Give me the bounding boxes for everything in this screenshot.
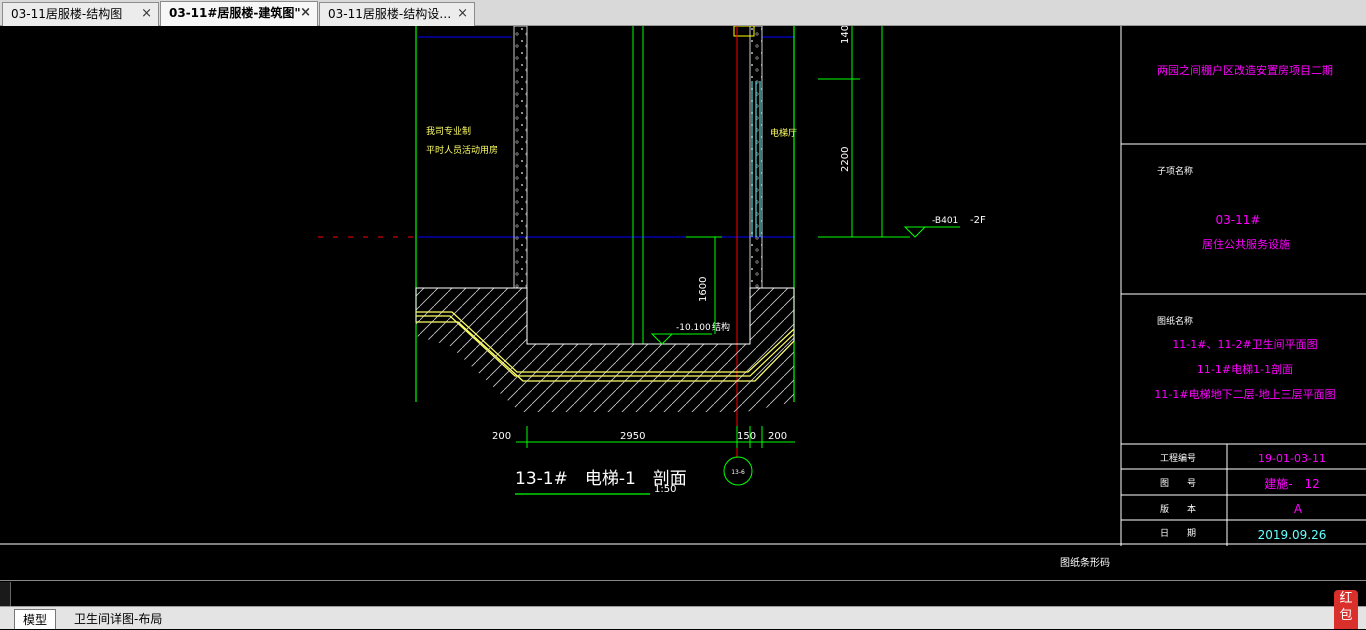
tab-model[interactable]: 模型: [14, 609, 57, 629]
dim-200-right: 200: [768, 431, 787, 442]
command-area[interactable]: 图纸条形码: [0, 546, 1366, 606]
drawing-canvas[interactable]: -10.100 结构 1600 我司专业制 平时人员活动用房 电梯厅 140 2…: [0, 26, 1366, 546]
left-note-2: 平时人员活动用房: [426, 144, 498, 156]
drawing-name-1: 11-1#、11-2#卫生间平面图: [1172, 337, 1317, 351]
elevation-dimensions: 140 2200 -B401 -2F: [818, 26, 986, 238]
close-icon[interactable]: ×: [141, 3, 152, 25]
tab-structure-design[interactable]: 03-11居服楼-结构设… ×: [319, 2, 475, 26]
row-label-version: 版 本: [1160, 503, 1196, 515]
tab-label: 03-11#居服楼-建筑图": [169, 6, 301, 20]
drawing-name-3: 11-1#电梯地下二层-地上三层平面图: [1154, 388, 1335, 401]
dim-140: 140: [840, 26, 851, 44]
title-block: 两园之间棚户区改造安置房项目二期 子项名称 03-11# 居住公共服务设施 图纸…: [0, 26, 1366, 546]
row-label-drawing-no: 图 号: [1160, 478, 1196, 489]
subitem-line2: 居住公共服务设施: [1202, 237, 1290, 251]
left-note-1: 我司专业制: [426, 125, 471, 137]
tab-architecture-drawing[interactable]: 03-11#居服楼-建筑图" ×: [160, 1, 318, 26]
section-drawing: -10.100 结构 1600 我司专业制 平时人员活动用房 电梯厅: [318, 26, 797, 458]
dim-2200: 2200: [840, 147, 851, 172]
project-name: 两园之间棚户区改造安置房项目二期: [1157, 63, 1333, 77]
row-value-date: 2019.09.26: [1258, 528, 1327, 542]
section-title: 13-1# 电梯-1 剖面 1:50: [515, 469, 687, 495]
subitem-label: 子项名称: [1157, 165, 1193, 177]
document-tab-bar: 03-11居服楼-结构图 × 03-11#居服楼-建筑图" × 03-11居服楼…: [0, 0, 1366, 26]
row-label-date: 日 期: [1160, 528, 1196, 539]
red-packet-button[interactable]: 红包: [1334, 590, 1358, 629]
drawing-name-label: 图纸名称: [1157, 315, 1193, 327]
dim-150: 150: [737, 431, 756, 442]
row-label-project-no: 工程编号: [1160, 452, 1196, 464]
axis-bubble: 13-6: [731, 469, 745, 476]
level-b401: -B401: [932, 216, 958, 226]
tab-bathroom-layout[interactable]: 卫生间详图-布局: [66, 609, 170, 629]
dim-2950: 2950: [620, 431, 645, 442]
drawing-name-2: 11-1#电梯1-1剖面: [1197, 362, 1293, 376]
tab-structure-drawing[interactable]: 03-11居服楼-结构图 ×: [2, 2, 159, 26]
row-value-version: A: [1294, 502, 1303, 516]
level-2f: -2F: [970, 215, 986, 226]
dim-200-left: 200: [492, 431, 511, 442]
section-scale: 1:50: [654, 484, 676, 495]
command-divider: [0, 580, 1366, 581]
close-icon[interactable]: ×: [300, 2, 311, 24]
scrollbar-left[interactable]: [0, 582, 11, 606]
barcode-label: 图纸条形码: [1060, 556, 1110, 569]
subitem-line1: 03-11#: [1216, 213, 1261, 227]
elevator-shaft-label: 电梯厅: [770, 127, 797, 139]
layout-tab-bar: 模型 卫生间详图-布局: [0, 606, 1366, 629]
tab-label: 03-11居服楼-结构设…: [328, 7, 452, 21]
row-value-project-no: 19-01-03-11: [1258, 452, 1326, 465]
tab-label: 03-11居服楼-结构图: [11, 7, 123, 21]
row-value-drawing-no: 建施- 12: [1264, 477, 1320, 491]
dim-1600: 1600: [698, 277, 709, 302]
close-icon[interactable]: ×: [457, 3, 468, 25]
pit-level-label: -10.100: [676, 323, 711, 333]
